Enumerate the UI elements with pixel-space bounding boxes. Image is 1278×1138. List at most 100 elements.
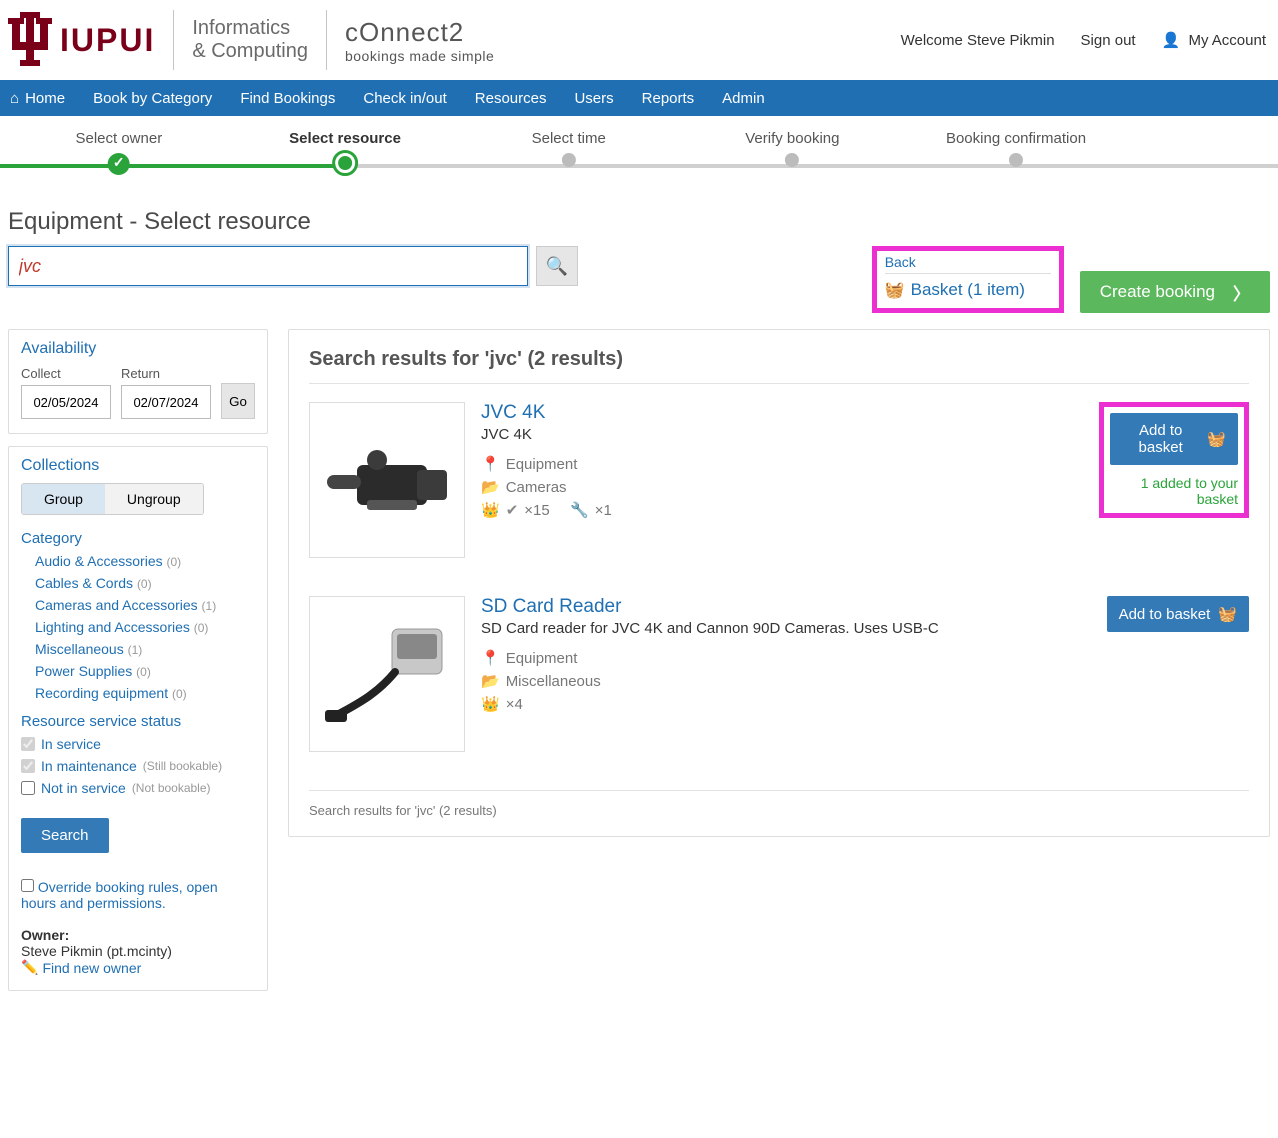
override-link[interactable]: Override booking rules, open hours and p… — [21, 879, 218, 911]
step-select-time: Select time — [532, 130, 606, 167]
search-input[interactable] — [8, 246, 528, 286]
group-button[interactable]: Group — [22, 484, 105, 514]
step-label: Select time — [532, 130, 606, 147]
not-in-service-checkbox[interactable] — [21, 781, 35, 795]
step-label: Verify booking — [745, 130, 839, 147]
basket-link[interactable]: 🧺 Basket (1 item) — [885, 280, 1051, 300]
result-info: JVC 4K JVC 4K 📍Equipment 📂Cameras 👑✔×15 … — [481, 402, 1083, 558]
meta-counts: 👑✔×15 🔧×1 — [481, 501, 1083, 519]
back-link[interactable]: Back — [885, 254, 916, 270]
chevron-right-icon: 〉 — [1233, 280, 1250, 305]
add-to-basket-button[interactable]: Add to basket 🧺 — [1110, 413, 1238, 465]
ungroup-button[interactable]: Ungroup — [105, 484, 203, 514]
crown-icon: 👑 — [481, 695, 500, 713]
iupui-logo: IUPUI — [6, 8, 155, 72]
go-button[interactable]: Go — [221, 383, 255, 419]
step-select-owner[interactable]: Select owner — [75, 130, 162, 175]
nav-users[interactable]: Users — [574, 90, 613, 107]
owner-label: Owner: — [21, 927, 255, 943]
sidebar-search-button[interactable]: Search — [21, 818, 109, 853]
connect2-logo: cOnnect2 bookings made simple — [345, 17, 494, 64]
nav-find-bookings[interactable]: Find Bookings — [240, 90, 335, 107]
override-checkbox[interactable] — [21, 879, 34, 892]
availability-title: Availability — [21, 340, 255, 358]
welcome-text: Welcome Steve Pikmin — [901, 32, 1055, 49]
category-count: (0) — [137, 577, 152, 591]
return-label: Return — [121, 366, 211, 381]
highlight-box: Add to basket 🧺 1 added to your basket — [1099, 402, 1249, 518]
create-booking-label: Create booking — [1100, 282, 1215, 302]
logo-block: IUPUI Informatics & Computing cOnnect2 b… — [6, 8, 494, 72]
category-count: (1) — [202, 599, 217, 613]
in-service-label: In service — [41, 736, 101, 752]
nav-book-by-category[interactable]: Book by Category — [93, 90, 212, 107]
sign-out-link[interactable]: Sign out — [1081, 32, 1136, 49]
find-new-owner-link[interactable]: ✏️ Find new owner — [21, 959, 141, 976]
status-not-in-service: Not in service (Not bookable) — [21, 780, 255, 796]
status-in-maintenance: In maintenance (Still bookable) — [21, 758, 255, 774]
category-link[interactable]: Lighting and Accessories — [35, 619, 190, 635]
category-link[interactable]: Miscellaneous — [35, 641, 124, 657]
in-maintenance-checkbox[interactable] — [21, 759, 35, 773]
nav-reports[interactable]: Reports — [642, 90, 695, 107]
results-title: Search results for 'jvc' (2 results) — [309, 348, 1249, 371]
dot-icon — [1009, 153, 1023, 167]
search-icon-button[interactable]: 🔍 — [536, 246, 578, 286]
camcorder-icon — [317, 430, 457, 530]
result-row: SD Card Reader SD Card reader for JVC 4K… — [309, 596, 1249, 770]
category-link[interactable]: Recording equipment — [35, 685, 168, 701]
page-title: Equipment - Select resource — [8, 208, 1278, 236]
nav-check-in-out[interactable]: Check in/out — [363, 90, 446, 107]
connect2-tagline: bookings made simple — [345, 48, 494, 64]
nav-home[interactable]: Home — [10, 90, 65, 107]
category-link[interactable]: Cameras and Accessories — [35, 597, 198, 613]
category-item: Power Supplies (0) — [35, 663, 255, 679]
connect2-text: cOnnect2 — [345, 17, 494, 48]
wrench-icon: 🔧 — [570, 501, 589, 519]
step-select-resource[interactable]: Select resource — [289, 130, 401, 173]
return-date-input[interactable] — [121, 385, 211, 419]
result-name-link[interactable]: JVC 4K — [481, 402, 545, 423]
status-title: Resource service status — [21, 713, 255, 730]
collect-date-input[interactable] — [21, 385, 111, 419]
result-thumbnail[interactable] — [309, 596, 465, 752]
sub-brand: Informatics & Computing — [192, 17, 308, 63]
person-icon: 👤 — [1162, 32, 1181, 49]
separator — [173, 10, 174, 70]
nav-resources[interactable]: Resources — [475, 90, 547, 107]
override-row: Override booking rules, open hours and p… — [21, 879, 255, 911]
category-item: Cameras and Accessories (1) — [35, 597, 255, 613]
wizard-steps: Select owner Select resource Select time… — [0, 130, 1278, 190]
nav-admin[interactable]: Admin — [722, 90, 765, 107]
meta-location: 📍Equipment — [481, 649, 1083, 667]
collect-label: Collect — [21, 366, 111, 381]
step-booking-confirmation: Booking confirmation — [946, 130, 1086, 167]
create-booking-button[interactable]: Create booking 〉 — [1080, 271, 1270, 313]
category-link[interactable]: Cables & Cords — [35, 575, 133, 591]
sd-reader-icon — [317, 614, 457, 734]
result-thumbnail[interactable] — [309, 402, 465, 558]
result-actions: Add to basket 🧺 1 added to your basket — [1099, 402, 1249, 558]
my-account-link[interactable]: 👤 My Account — [1162, 31, 1266, 49]
result-name-link[interactable]: SD Card Reader — [481, 596, 621, 617]
basket-highlight-box: Back 🧺 Basket (1 item) — [872, 246, 1064, 313]
add-to-basket-button[interactable]: Add to basket 🧺 — [1107, 596, 1249, 632]
result-description: SD Card reader for JVC 4K and Cannon 90D… — [481, 620, 1083, 637]
category-item: Audio & Accessories (0) — [35, 553, 255, 569]
added-confirmation: 1 added to your basket — [1110, 475, 1238, 507]
owner-block: Owner: Steve Pikmin (pt.mcinty) ✏️ Find … — [21, 927, 255, 976]
add-label: Add to basket — [1122, 422, 1199, 456]
category-list: Audio & Accessories (0) Cables & Cords (0… — [21, 553, 255, 701]
in-service-checkbox[interactable] — [21, 737, 35, 751]
owner-name: Steve Pikmin (pt.mcinty) — [21, 943, 255, 959]
category-link[interactable]: Audio & Accessories — [35, 553, 163, 569]
basket-label: Basket (1 item) — [911, 280, 1025, 300]
step-label: Select resource — [289, 130, 401, 147]
content-layout: Availability Collect Return Go Collectio… — [0, 313, 1278, 1033]
meta-category: 📂Cameras — [481, 478, 1083, 496]
right-actions: Back 🧺 Basket (1 item) Create booking 〉 — [872, 246, 1270, 313]
result-info: SD Card Reader SD Card reader for JVC 4K… — [481, 596, 1083, 752]
step-verify-booking: Verify booking — [745, 130, 839, 167]
category-count: (1) — [128, 643, 143, 657]
category-link[interactable]: Power Supplies — [35, 663, 132, 679]
